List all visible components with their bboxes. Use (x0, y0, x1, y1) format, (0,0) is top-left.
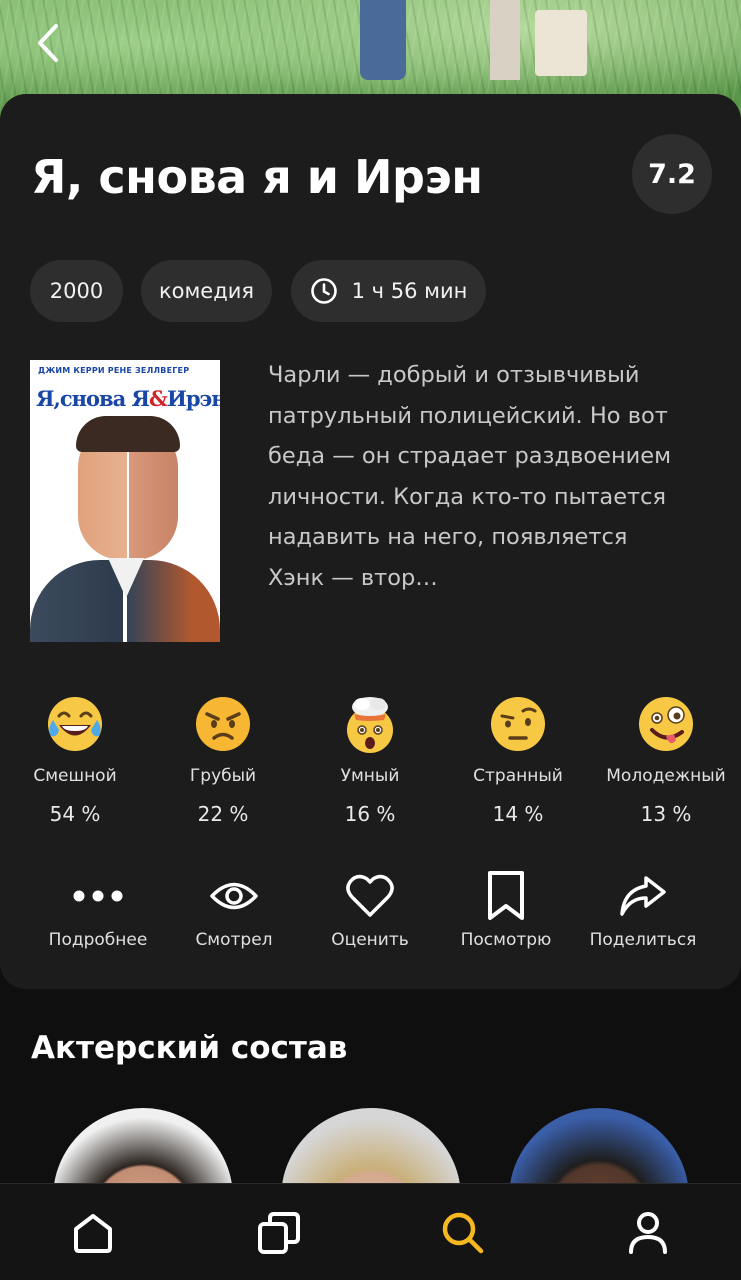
details-button[interactable]: Подробнее (28, 866, 168, 950)
watchlist-button[interactable]: Посмотрю (436, 866, 576, 950)
reaction-youth[interactable]: Молодежный 13 % (591, 690, 741, 826)
reaction-percent: 13 % (640, 802, 692, 826)
profile-icon (629, 1211, 667, 1254)
more-dots-icon (28, 866, 168, 926)
poster-title: Я,снова Я&Ирэн (36, 386, 220, 411)
share-button[interactable]: Поделиться (573, 866, 713, 950)
poster-credits: ДЖИМ КЕРРИ РЕНЕ ЗЕЛЛВЕГЕР (38, 366, 190, 375)
movie-poster[interactable]: ДЖИМ КЕРРИ РЕНЕ ЗЕЛЛВЕГЕР Я,снова Я&Ирэн (30, 360, 220, 642)
watched-label: Смотрел (195, 930, 273, 950)
reaction-strange[interactable]: Странный 14 % (443, 690, 593, 826)
genre-chip[interactable]: комедия (141, 260, 272, 322)
reaction-percent: 54 % (49, 802, 101, 826)
reaction-label: Смешной (33, 766, 117, 786)
heart-icon (300, 866, 440, 926)
reaction-label: Умный (340, 766, 400, 786)
reaction-smart[interactable]: Умный 16 % (295, 690, 445, 826)
back-button[interactable] (28, 20, 68, 66)
search-icon (442, 1212, 484, 1253)
movie-title: Я, снова я и Ирэн (31, 150, 483, 204)
duration-label: 1 ч 56 мин (351, 279, 468, 303)
reaction-rude[interactable]: Грубый 22 % (148, 690, 298, 826)
bottom-tab-bar (0, 1183, 741, 1280)
eye-icon (164, 866, 304, 926)
angry-face-emoji-icon (193, 694, 253, 754)
tab-home[interactable] (38, 1184, 148, 1280)
exploding-head-emoji-icon (340, 694, 400, 754)
reaction-percent: 22 % (197, 802, 249, 826)
raised-eyebrow-emoji-icon (488, 694, 548, 754)
duration-chip: 1 ч 56 мин (291, 260, 486, 322)
reaction-label: Молодежный (606, 766, 726, 786)
rating-badge: 7.2 (632, 134, 712, 214)
cast-section-title: Актерский состав (31, 1030, 348, 1066)
collections-icon (258, 1211, 300, 1254)
movie-description[interactable]: Чарли — добрый и отзывчивый патрульный п… (268, 355, 688, 598)
tab-profile[interactable] (593, 1184, 703, 1280)
details-label: Подробнее (48, 930, 148, 950)
home-icon (74, 1213, 112, 1253)
clock-icon (310, 277, 338, 305)
reaction-label: Странный (473, 766, 563, 786)
rate-label: Оценить (331, 930, 409, 950)
genre-label: комедия (158, 279, 255, 303)
laughing-tears-emoji-icon (45, 694, 105, 754)
zany-face-emoji-icon (636, 694, 696, 754)
watchlist-label: Посмотрю (460, 930, 552, 950)
rate-button[interactable]: Оценить (300, 866, 440, 950)
reaction-label: Грубый (189, 766, 257, 786)
year-label: 2000 (49, 279, 104, 303)
reaction-percent: 14 % (492, 802, 544, 826)
reaction-funny[interactable]: Смешной 54 % (0, 690, 150, 826)
share-label: Поделиться (589, 930, 697, 950)
reaction-percent: 16 % (344, 802, 396, 826)
bookmark-icon (436, 866, 576, 926)
tab-search[interactable] (408, 1184, 518, 1280)
share-arrow-icon (573, 866, 713, 926)
year-chip: 2000 (30, 260, 123, 322)
tab-collections[interactable] (224, 1184, 334, 1280)
chevron-left-icon (38, 24, 58, 62)
watched-button[interactable]: Смотрел (164, 866, 304, 950)
